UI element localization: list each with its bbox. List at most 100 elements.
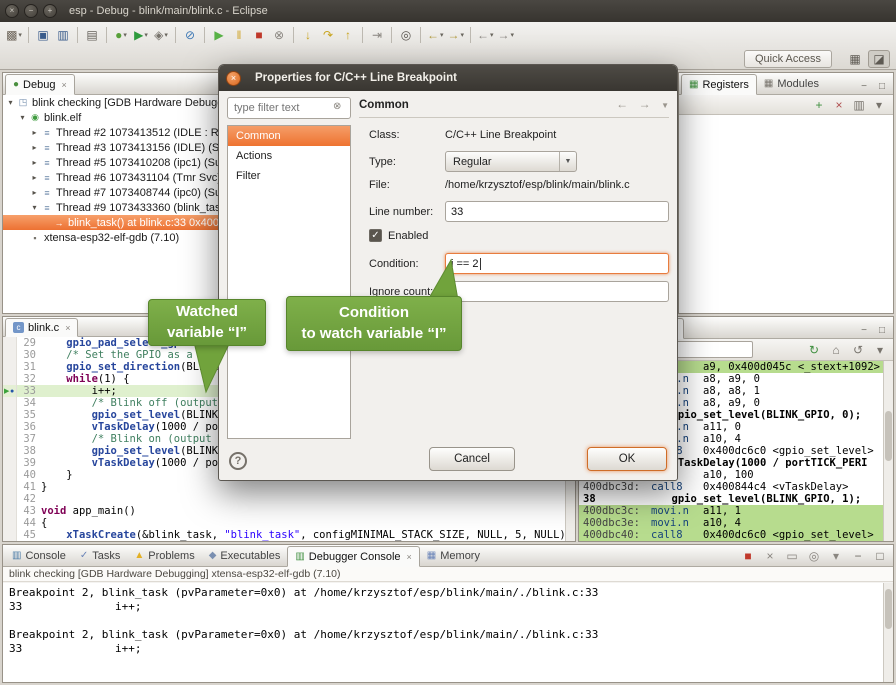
breakpoint-marker[interactable]: ▶●: [3, 385, 17, 397]
print-icon[interactable]: ▤: [82, 25, 102, 45]
close-tab-icon[interactable]: ×: [65, 323, 70, 333]
terminate-console-icon[interactable]: ■: [738, 546, 758, 566]
help-icon[interactable]: ?: [229, 452, 247, 470]
gutter-ruler[interactable]: [3, 505, 17, 517]
code-text[interactable]: void app_main(): [41, 505, 136, 517]
gutter-ruler[interactable]: [3, 349, 17, 361]
disassembly-scrollbar[interactable]: [883, 361, 893, 541]
tab-console[interactable]: ▥Console: [5, 545, 73, 566]
ignore-count-input[interactable]: [445, 281, 669, 302]
gutter-ruler[interactable]: [3, 481, 17, 493]
next-annotation-icon[interactable]: →▾: [446, 25, 467, 45]
disassembly-source-line[interactable]: 38 gpio_set_level(BLINK_GPIO, 1);: [579, 493, 883, 505]
console-output[interactable]: Breakpoint 2, blink_task (pvParameter=0x…: [3, 583, 883, 682]
open-perspective-icon[interactable]: ▦: [844, 50, 866, 68]
disassembly-instruction-line[interactable]: 400dbc3e:movi.na10, 4: [579, 517, 883, 529]
step-into-icon[interactable]: ↓: [298, 25, 318, 45]
expand-icon[interactable]: ▸: [29, 143, 40, 152]
code-text[interactable]: i++;: [41, 385, 117, 397]
condition-input[interactable]: i == 2: [445, 253, 669, 274]
expand-icon[interactable]: ▸: [29, 158, 40, 167]
gutter-ruler[interactable]: [3, 337, 17, 349]
quick-access-button[interactable]: Quick Access: [744, 50, 832, 68]
disassembly-instruction-line[interactable]: 400dbc3d:call80x400844c4 <vTaskDelay>: [579, 481, 883, 493]
clear-console-icon[interactable]: ▭: [782, 546, 802, 566]
close-tab-icon[interactable]: ×: [407, 552, 412, 562]
code-line[interactable]: 42: [3, 493, 565, 505]
search-icon[interactable]: ◎: [396, 25, 416, 45]
code-line[interactable]: 44{: [3, 517, 565, 529]
back-history-icon[interactable]: ←▾: [475, 25, 496, 45]
gutter-ruler[interactable]: [3, 493, 17, 505]
gutter-ruler[interactable]: [3, 433, 17, 445]
dialog-nav-filter[interactable]: Filter: [228, 166, 350, 186]
external-tools-icon[interactable]: ◈▾: [151, 25, 171, 45]
add-register-group-icon[interactable]: +: [809, 95, 829, 115]
instruction-stepping-icon[interactable]: ⇥: [367, 25, 387, 45]
tab-tasks[interactable]: ✓Tasks: [73, 545, 128, 566]
expand-icon[interactable]: ▸: [29, 173, 40, 182]
previous-annotation-icon[interactable]: ←▾: [425, 25, 446, 45]
tab-blink-c[interactable]: c blink.c ×: [5, 318, 78, 337]
dialog-nav-common[interactable]: Common: [228, 126, 350, 146]
disassembly-instruction-line[interactable]: 400dbc3c:movi.na11, 1: [579, 505, 883, 517]
pin-console-icon[interactable]: ◎: [804, 546, 824, 566]
cancel-button[interactable]: Cancel: [429, 447, 515, 471]
expand-icon[interactable]: ▸: [29, 188, 40, 197]
debug-icon[interactable]: ●▾: [111, 25, 131, 45]
close-tab-icon[interactable]: ×: [61, 80, 66, 90]
step-over-icon[interactable]: ↷: [318, 25, 338, 45]
console-menu-icon[interactable]: ▾: [826, 546, 846, 566]
dialog-nav-actions[interactable]: Actions: [228, 146, 350, 166]
refresh-view-icon[interactable]: ↻: [804, 340, 824, 360]
gutter-ruler[interactable]: [3, 517, 17, 529]
sync-selection-icon[interactable]: ↺: [848, 340, 868, 360]
save-icon[interactable]: ▣: [33, 25, 53, 45]
terminate-icon[interactable]: ■: [249, 25, 269, 45]
disassembly-menu-icon[interactable]: ▾: [870, 340, 890, 360]
tab-problems[interactable]: ▲Problems: [127, 545, 201, 566]
gutter-ruler[interactable]: [3, 361, 17, 373]
back-arrow-icon[interactable]: ←: [616, 97, 628, 111]
forward-arrow-icon[interactable]: →: [639, 97, 651, 111]
expand-icon[interactable]: ▸: [29, 128, 40, 137]
dialog-close-icon[interactable]: ×: [226, 71, 241, 86]
skip-all-breakpoints-icon[interactable]: ⊘: [180, 25, 200, 45]
maximize-view-icon[interactable]: □: [874, 322, 890, 338]
gutter-ruler[interactable]: [3, 445, 17, 457]
remove-register-group-icon[interactable]: ×: [829, 95, 849, 115]
code-text[interactable]: while(1) {: [41, 373, 130, 385]
registers-menu-icon[interactable]: ▾: [869, 95, 889, 115]
gutter-ruler[interactable]: [3, 397, 17, 409]
code-text[interactable]: }: [41, 481, 47, 493]
type-dropdown[interactable]: Regular ▼: [445, 151, 577, 172]
tab-memory[interactable]: ▦Memory: [420, 545, 487, 566]
line-number-input[interactable]: [445, 201, 669, 222]
maximize-icon[interactable]: +: [43, 4, 57, 18]
home-location-icon[interactable]: ⌂: [826, 340, 846, 360]
gutter-ruler[interactable]: [3, 409, 17, 421]
tab-registers[interactable]: ▦ Registers: [681, 74, 757, 95]
minimize-view-icon[interactable]: −: [848, 546, 868, 566]
remove-launch-icon[interactable]: ×: [760, 546, 780, 566]
run-icon[interactable]: ▶▾: [131, 25, 151, 45]
maximize-view-icon[interactable]: □: [874, 78, 890, 94]
ok-button[interactable]: OK: [587, 447, 667, 471]
suspend-icon[interactable]: ‖: [229, 25, 249, 45]
minimize-view-icon[interactable]: −: [856, 78, 872, 94]
disconnect-icon[interactable]: ⊗: [269, 25, 289, 45]
disassembly-instruction-line[interactable]: 400dbc40:call80x400dc6c0 <gpio_set_level…: [579, 529, 883, 541]
tab-executables[interactable]: ◆Executables: [202, 545, 288, 566]
close-icon[interactable]: ×: [5, 4, 19, 18]
collapse-icon[interactable]: ▾: [17, 113, 28, 122]
enabled-checkbox[interactable]: ✓: [369, 229, 382, 242]
gutter-ruler[interactable]: [3, 529, 17, 541]
collapse-icon[interactable]: ▾: [29, 203, 40, 212]
layout-toggle-icon[interactable]: ▥: [849, 95, 869, 115]
minimize-view-icon[interactable]: −: [856, 322, 872, 338]
console-scrollbar[interactable]: [883, 583, 893, 682]
gutter-ruler[interactable]: [3, 457, 17, 469]
code-text[interactable]: }: [41, 469, 73, 481]
tab-debug[interactable]: ● Debug ×: [5, 74, 75, 95]
clear-filter-icon[interactable]: ⊗: [333, 101, 341, 112]
